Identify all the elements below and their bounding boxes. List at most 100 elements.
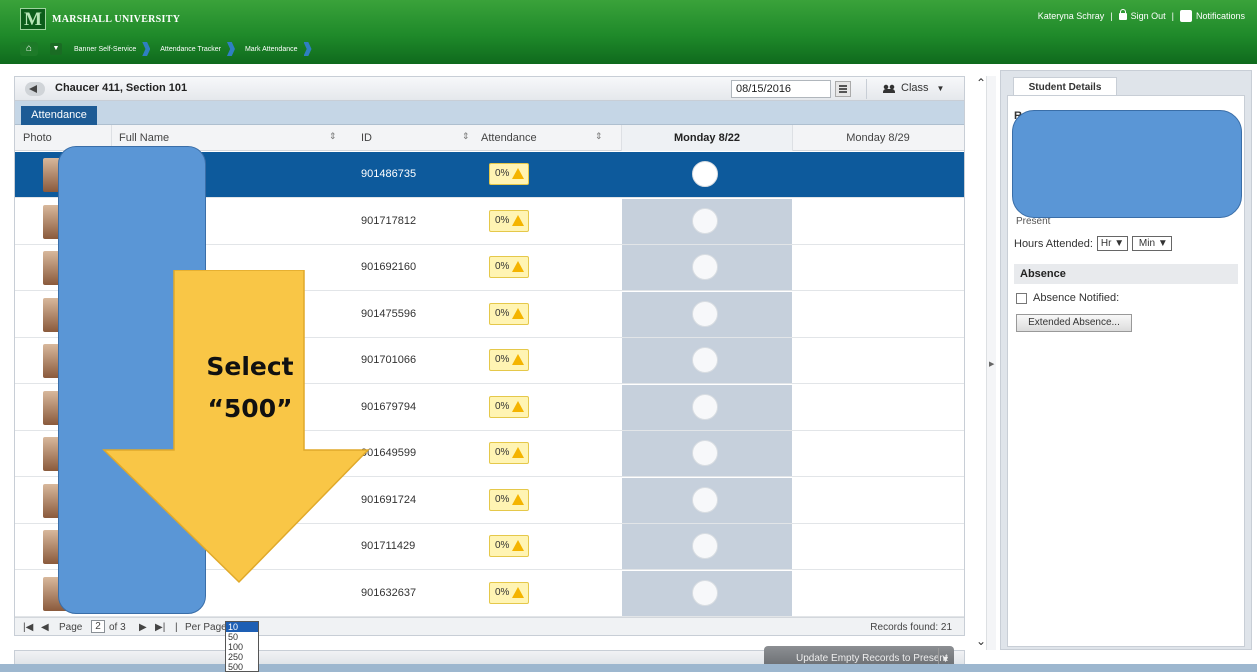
- attendance-percent: 0%: [495, 400, 510, 412]
- page-number-input[interactable]: 2: [91, 620, 105, 633]
- hours-attended-label: Hours Attended:: [1014, 237, 1093, 250]
- attendance-badge: 0%: [489, 256, 529, 278]
- instruction-line-1: Select: [206, 352, 294, 381]
- absence-notified-checkbox[interactable]: [1016, 292, 1027, 304]
- user-name: Kateryna Schray: [1037, 11, 1105, 21]
- attendance-badge: 0%: [489, 442, 529, 464]
- course-title: Chaucer 411, Section 101: [55, 82, 188, 94]
- class-view-dropdown[interactable]: Class ▼: [883, 82, 944, 94]
- per-page-label: Per Page: [185, 622, 227, 633]
- warning-icon: [512, 307, 524, 319]
- per-page-option[interactable]: 250: [226, 652, 258, 662]
- expand-arrow-icon[interactable]: ▶: [989, 360, 994, 368]
- per-page-option[interactable]: 10: [226, 622, 258, 632]
- minutes-select[interactable]: Min ▼: [1132, 236, 1172, 251]
- attendance-percent: 0%: [495, 493, 510, 505]
- tab-attendance[interactable]: Attendance: [21, 106, 97, 125]
- warning-icon: [512, 168, 524, 179]
- attendance-percent: 0%: [495, 354, 510, 365]
- attendance-badge: 0%: [489, 581, 529, 604]
- breadcrumb-banner[interactable]: Banner Self-Service: [74, 46, 136, 53]
- home-icon[interactable]: ⌂: [20, 42, 38, 56]
- absence-notified-label: Absence Notified:: [1033, 292, 1120, 304]
- attendance-toggle[interactable]: [692, 579, 718, 606]
- breadcrumb-attendance-tracker[interactable]: Attendance Tracker: [160, 46, 221, 53]
- attendance-toggle[interactable]: [692, 161, 718, 187]
- sign-out-link[interactable]: Sign Out: [1131, 11, 1166, 21]
- per-page-option[interactable]: 100: [226, 642, 258, 652]
- minutes-select-value: Min: [1138, 238, 1156, 249]
- warning-icon: [512, 540, 524, 551]
- divider: [866, 79, 867, 99]
- instruction-text: Select “500”: [170, 346, 330, 430]
- column-day-1[interactable]: Monday 8/22: [622, 125, 792, 151]
- first-page-icon[interactable]: |◀: [23, 622, 33, 633]
- extended-absence-button[interactable]: Extended Absence...: [1016, 314, 1132, 332]
- course-bar: Chaucer 411, Section 101 08/15/2016 Clas…: [15, 77, 964, 101]
- attendance-badge: 0%: [489, 209, 529, 232]
- attendance-toggle[interactable]: [692, 300, 718, 327]
- attendance-percent: 0%: [495, 540, 510, 551]
- attendance-percent: 0%: [495, 214, 510, 226]
- chevron-down-icon: ▼: [936, 83, 945, 93]
- student-id: 901486735: [361, 168, 417, 180]
- page-total: of 3: [109, 622, 126, 633]
- column-day-2[interactable]: Monday 8/29: [793, 125, 963, 151]
- column-attendance[interactable]: Attendance: [481, 132, 537, 144]
- breadcrumb-separator-icon: [303, 42, 312, 56]
- calendar-icon[interactable]: [835, 81, 851, 97]
- previous-page-icon[interactable]: ◀: [41, 622, 49, 633]
- next-page-icon[interactable]: ▶: [139, 622, 147, 633]
- hours-select-value: Hr: [1100, 238, 1112, 249]
- column-id[interactable]: ID: [361, 132, 372, 144]
- separator: |: [1171, 11, 1174, 21]
- user-area: Kateryna Schray | Sign Out | Notificatio…: [1037, 8, 1245, 22]
- instruction-arrow: Select “500”: [100, 270, 372, 586]
- sort-icon[interactable]: ⇕: [329, 131, 337, 142]
- menu-dropdown-icon[interactable]: ▼: [50, 43, 62, 55]
- column-full-name[interactable]: Full Name: [119, 132, 169, 144]
- per-page-option[interactable]: 500: [226, 662, 258, 671]
- breadcrumb-separator-icon: [226, 42, 235, 56]
- attendance-percent: 0%: [495, 447, 510, 458]
- attendance-badge: 0%: [489, 488, 529, 511]
- back-arrow-icon[interactable]: [25, 82, 45, 96]
- attendance-toggle[interactable]: [692, 393, 718, 420]
- people-icon: [883, 83, 895, 93]
- warning-icon: [512, 261, 524, 272]
- hours-select[interactable]: Hr ▼: [1096, 236, 1129, 251]
- per-page-option[interactable]: 50: [226, 632, 258, 642]
- warning-icon: [512, 493, 524, 505]
- attendance-toggle[interactable]: [692, 486, 718, 513]
- attendance-percent: 0%: [495, 168, 510, 179]
- top-header: M MARSHALL UNIVERSITY Kateryna Schray | …: [0, 0, 1257, 64]
- attendance-badge: 0%: [489, 349, 529, 371]
- page-label: Page: [59, 622, 83, 633]
- separator: |: [175, 622, 178, 633]
- notifications-icon[interactable]: [1179, 10, 1192, 22]
- last-page-icon[interactable]: ▶|: [155, 622, 165, 633]
- attendance-toggle[interactable]: [692, 440, 718, 466]
- sort-icon[interactable]: ⇕: [595, 131, 603, 142]
- pagination-bar: |◀ ◀ Page 2 of 3 ▶ ▶| | Per Page Records…: [15, 617, 964, 635]
- student-id: 901717812: [361, 214, 417, 227]
- attendance-badge: 0%: [489, 395, 529, 418]
- attendance-toggle[interactable]: [692, 347, 718, 373]
- logo-text: MARSHALL UNIVERSITY: [52, 13, 181, 25]
- warning-icon: [512, 214, 524, 226]
- date-field[interactable]: 08/15/2016: [731, 80, 831, 98]
- university-logo[interactable]: M MARSHALL UNIVERSITY: [20, 8, 180, 30]
- attendance-percent: 0%: [495, 261, 510, 272]
- breadcrumb-separator-icon: [142, 42, 151, 56]
- warning-icon: [512, 447, 524, 458]
- attendance-toggle[interactable]: [692, 533, 718, 559]
- tab-student-details[interactable]: Student Details: [1013, 77, 1117, 97]
- notifications-link[interactable]: Notifications: [1196, 11, 1245, 21]
- sort-icon[interactable]: ⇕: [462, 131, 470, 142]
- attendance-toggle[interactable]: [692, 207, 718, 234]
- per-page-dropdown[interactable]: 10 50 100 250 500: [225, 621, 259, 672]
- attendance-toggle[interactable]: [692, 254, 718, 280]
- breadcrumb-mark-attendance[interactable]: Mark Attendance: [245, 46, 298, 53]
- attendance-badge: 0%: [489, 302, 529, 325]
- absence-section-title: Absence: [1014, 264, 1238, 284]
